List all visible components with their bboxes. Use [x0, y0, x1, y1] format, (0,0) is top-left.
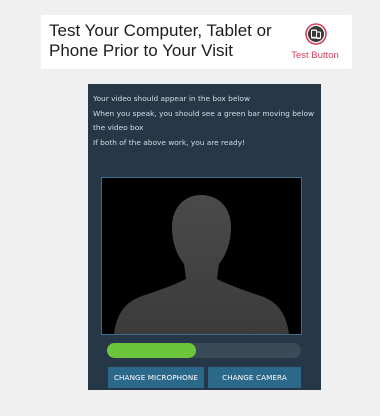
- test-button-label: Test Button: [291, 50, 339, 61]
- page-title-line-2: Phone Prior to Your Visit: [49, 41, 233, 60]
- video-preview-box: [101, 177, 302, 335]
- instruction-line: If both of the above work, you are ready…: [93, 137, 246, 147]
- page-title: Test Your Computer, Tablet or Phone Prio…: [49, 21, 281, 61]
- header-card: Test Your Computer, Tablet or Phone Prio…: [41, 15, 352, 69]
- video-test-panel: Your video should appear in the box belo…: [88, 84, 321, 390]
- person-silhouette-icon: [114, 195, 289, 334]
- phone-tablet-icon: [305, 23, 327, 45]
- instructions: Your video should appear in the box belo…: [93, 92, 321, 150]
- change-camera-button[interactable]: CHANGE CAMERA: [208, 367, 301, 388]
- instruction-line: the video box: [93, 123, 144, 132]
- audio-level-fill: [107, 343, 197, 358]
- change-microphone-button[interactable]: CHANGE MICROPHONE: [108, 367, 204, 388]
- instruction-line: Your video should appear in the box belo…: [93, 94, 251, 103]
- test-button[interactable]: Test Button: [284, 21, 346, 67]
- instruction-line: When you speak, you should see a green b…: [93, 108, 315, 118]
- audio-level-meter: [107, 343, 301, 358]
- page-title-line-1: Test Your Computer, Tablet or: [49, 21, 272, 40]
